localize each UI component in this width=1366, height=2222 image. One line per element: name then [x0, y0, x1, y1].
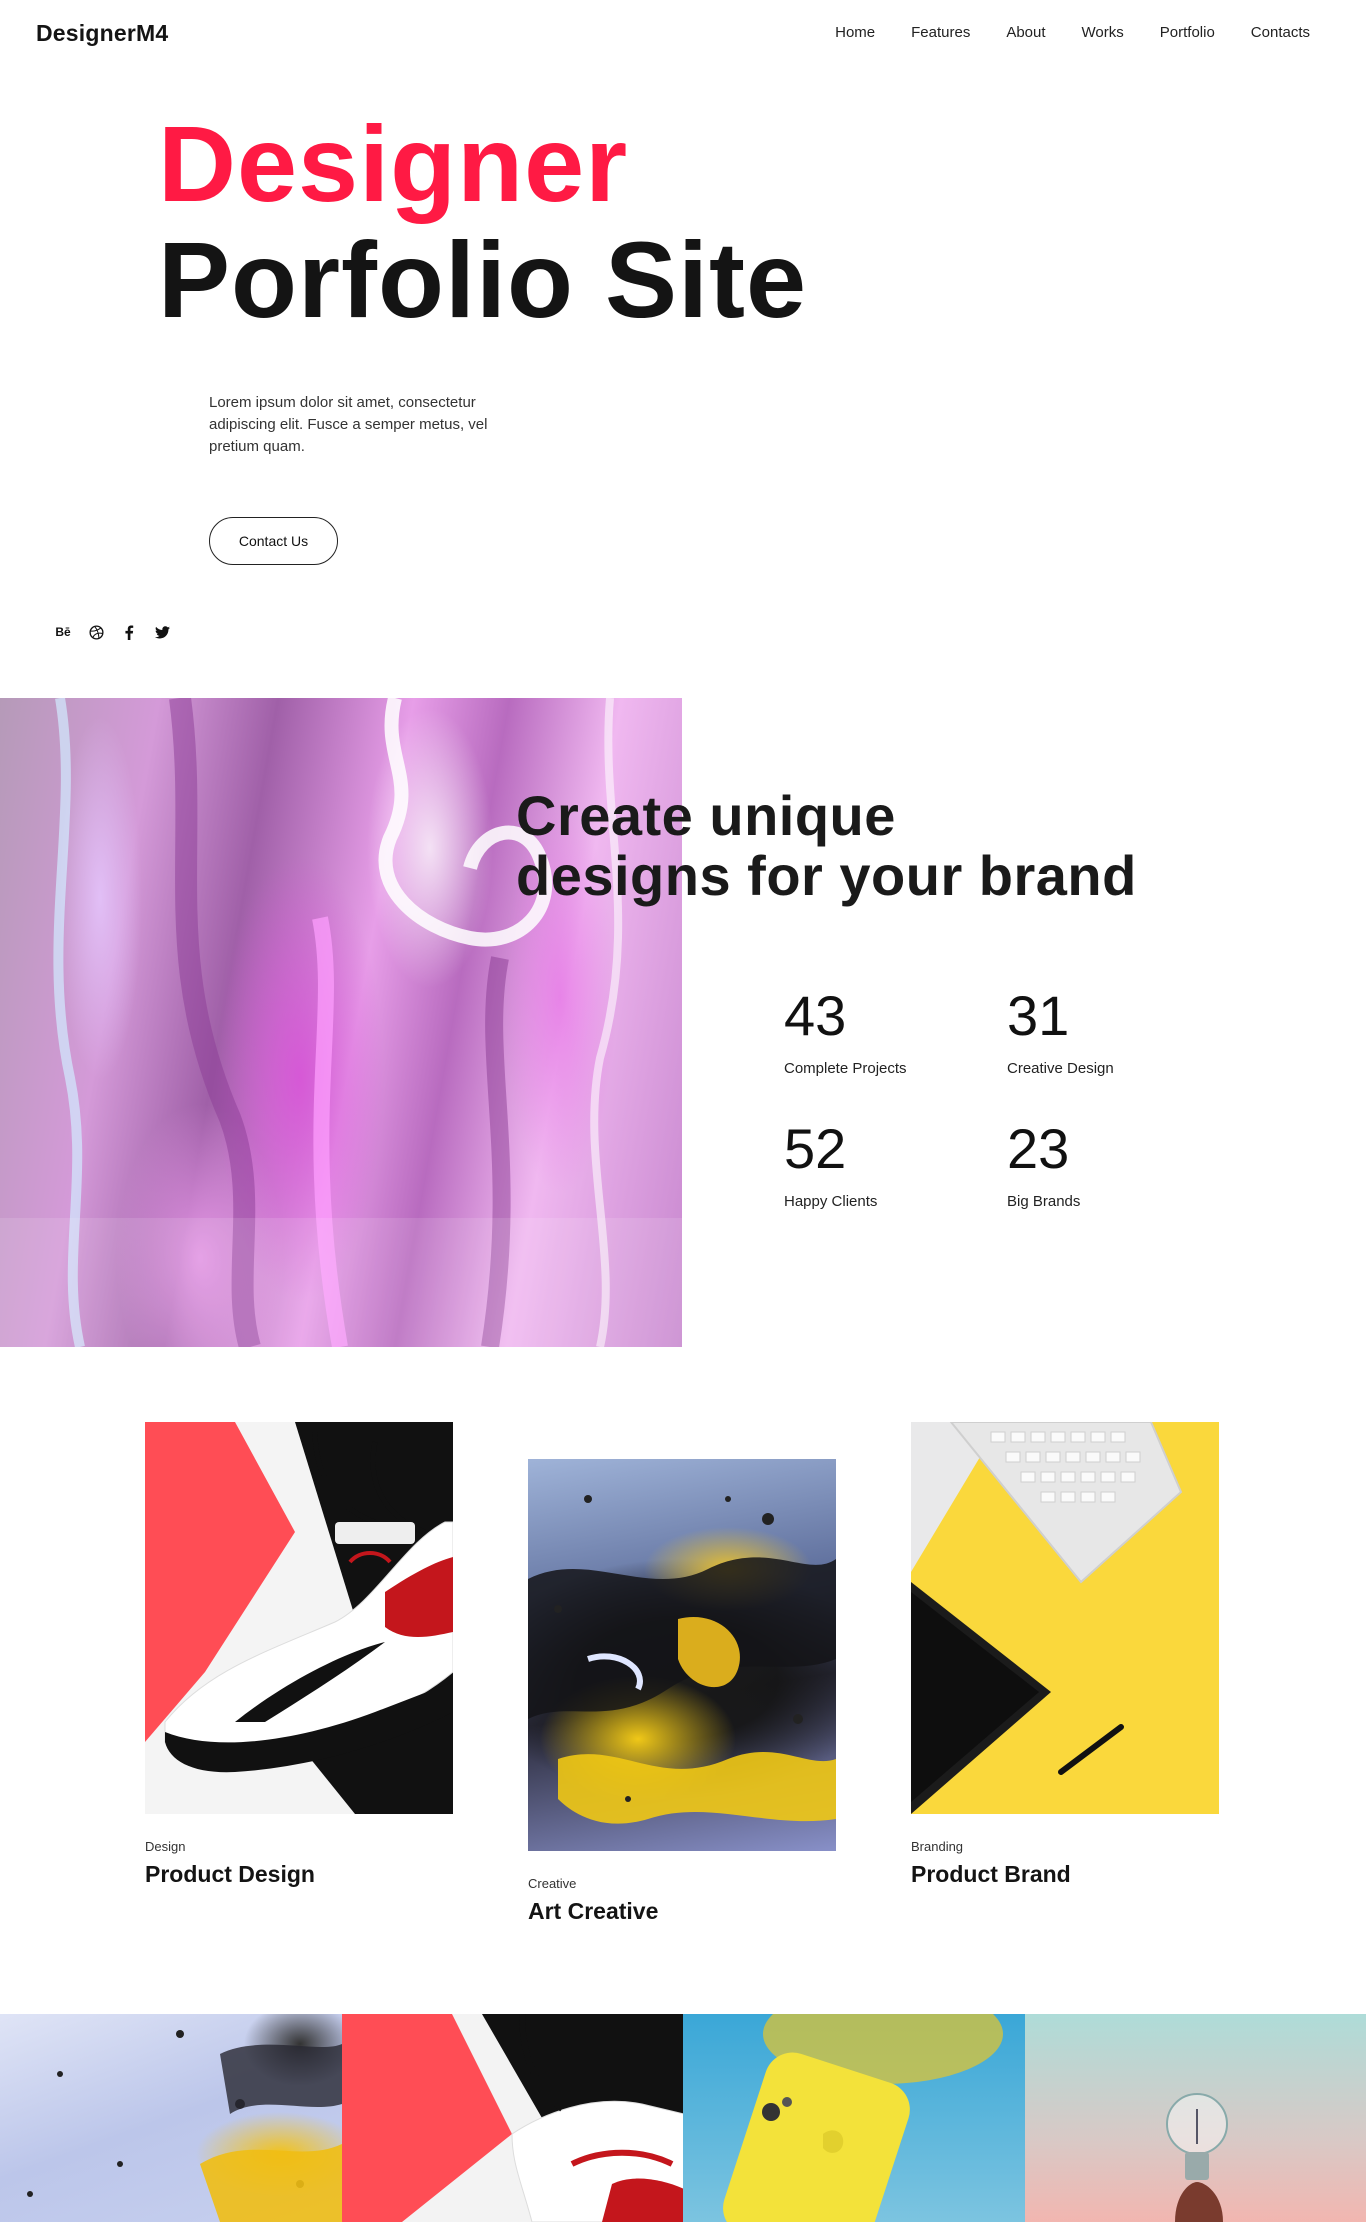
card-title[interactable]: Product Brand	[911, 1861, 1219, 1888]
feature-title-line2: designs for your brand	[516, 844, 1137, 907]
hero-title-accent: Designer	[158, 103, 629, 224]
gallery-sneaker-illustration	[341, 2014, 683, 2222]
facebook-icon[interactable]	[121, 624, 137, 640]
stat-value: 52	[784, 1117, 847, 1180]
card-title[interactable]: Art Creative	[528, 1898, 836, 1925]
social-links: Bē	[55, 624, 170, 640]
gallery-lightbulb-photo[interactable]	[1024, 2014, 1366, 2222]
keyboard-tablet-photo[interactable]	[911, 1422, 1219, 1814]
stat-happy-clients: 52 Happy Clients	[784, 1117, 984, 1211]
stat-value: 31	[1007, 984, 1070, 1047]
portfolio-card-product-design[interactable]: Design Product Design	[145, 1422, 453, 1888]
stat-big-brands: 23 Big Brands	[1007, 1117, 1207, 1211]
site-header: DesignerM4 Home Features About Works Por…	[0, 0, 1366, 66]
portfolio-card-product-brand[interactable]: Branding Product Brand	[911, 1422, 1219, 1888]
nav-home[interactable]: Home	[835, 24, 875, 41]
stat-label: Complete Projects	[784, 1060, 907, 1077]
stat-value: 23	[1007, 1117, 1070, 1180]
card-title[interactable]: Product Design	[145, 1861, 453, 1888]
gallery-lightbulb-illustration	[1165, 2093, 1228, 2222]
fluid-art-illustration	[528, 1495, 836, 1824]
card-category: Design	[145, 1839, 186, 1854]
image-gallery	[0, 2014, 1366, 2222]
keyboard-tablet-illustration	[911, 1422, 1183, 1814]
gallery-fluid-art-illustration	[27, 2030, 342, 2222]
card-category: Creative	[528, 1876, 577, 1891]
stat-label: Happy Clients	[784, 1193, 878, 1210]
behance-icon[interactable]: Bē	[55, 624, 71, 640]
gallery-yellow-phone-illustration	[723, 2014, 1003, 2222]
gallery-yellow-phone-photo[interactable]	[683, 2014, 1025, 2222]
nav-about[interactable]: About	[1006, 24, 1045, 41]
sneaker-illustration	[145, 1422, 453, 1814]
stat-label: Big Brands	[1007, 1193, 1081, 1210]
hero-title: Porfolio Site	[158, 219, 808, 340]
feature-title-line1: Create unique	[516, 784, 896, 847]
card-category: Branding	[911, 1839, 964, 1854]
nav-portfolio[interactable]: Portfolio	[1160, 24, 1215, 41]
nav-features[interactable]: Features	[911, 24, 970, 41]
gallery-fluid-art-photo[interactable]	[0, 2014, 342, 2222]
stat-creative-design: 31 Creative Design	[1007, 984, 1207, 1078]
nav-contacts[interactable]: Contacts	[1251, 24, 1310, 41]
hero-description: Lorem ipsum dolor sit amet, consectetur …	[209, 394, 488, 455]
feature-title: Create unique designs for your brand	[516, 786, 1137, 906]
sneaker-photo[interactable]	[145, 1422, 453, 1814]
dribbble-icon[interactable]	[88, 624, 104, 640]
fluid-art-photo[interactable]	[528, 1459, 836, 1851]
contact-us-button[interactable]: Contact Us	[209, 517, 338, 565]
stat-complete-projects: 43 Complete Projects	[784, 984, 984, 1078]
site-logo[interactable]: DesignerM4	[36, 20, 168, 47]
portfolio-card-art-creative[interactable]: Creative Art Creative	[528, 1459, 836, 1925]
twitter-icon[interactable]	[154, 624, 170, 640]
nav-works[interactable]: Works	[1082, 24, 1124, 41]
main-nav: Home Features About Works Portfolio Cont…	[835, 24, 1310, 41]
stat-label: Creative Design	[1007, 1060, 1114, 1077]
gallery-sneaker-photo[interactable]	[341, 2014, 683, 2222]
stat-value: 43	[784, 984, 847, 1047]
